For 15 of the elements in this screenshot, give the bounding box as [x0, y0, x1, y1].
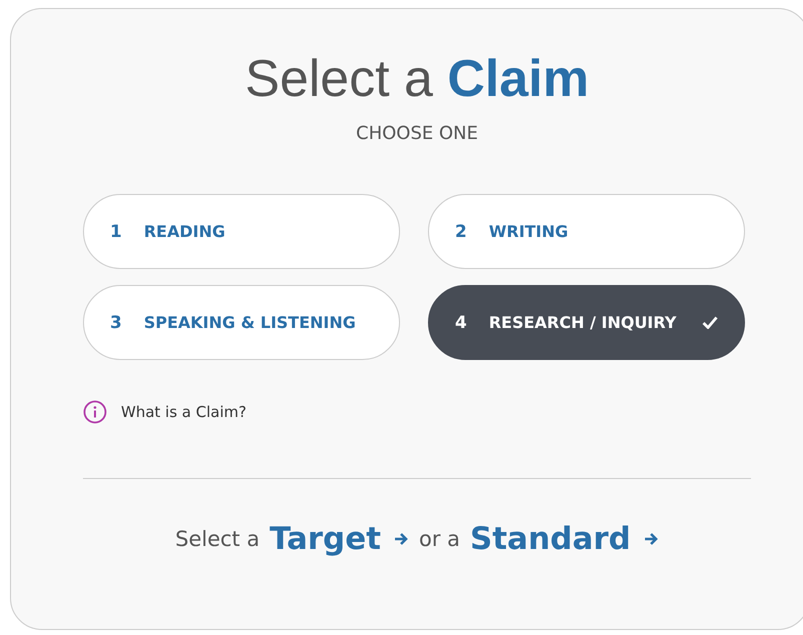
- arrow-right-icon: [392, 531, 409, 547]
- target-link[interactable]: Target: [270, 521, 409, 557]
- subtitle: CHOOSE ONE: [355, 123, 479, 144]
- claim-option[interactable]: 3 SPEAKING & LISTENING: [83, 285, 400, 360]
- arrow-right-icon: [642, 531, 659, 547]
- claim-option[interactable]: 2 WRITING: [428, 194, 745, 269]
- claim-option[interactable]: 1 READING: [83, 194, 400, 269]
- footer-text: or a: [418, 527, 460, 551]
- standard-link[interactable]: Standard: [470, 521, 659, 557]
- footer-text: Select a: [175, 527, 260, 551]
- info-icon: [83, 400, 107, 424]
- checkmark-icon: [702, 316, 718, 329]
- claim-option[interactable]: 4 RESEARCH / INQUIRY: [428, 285, 745, 360]
- info-link[interactable]: What is a Claim?: [121, 403, 246, 421]
- page-title: Select a Claim: [244, 49, 590, 109]
